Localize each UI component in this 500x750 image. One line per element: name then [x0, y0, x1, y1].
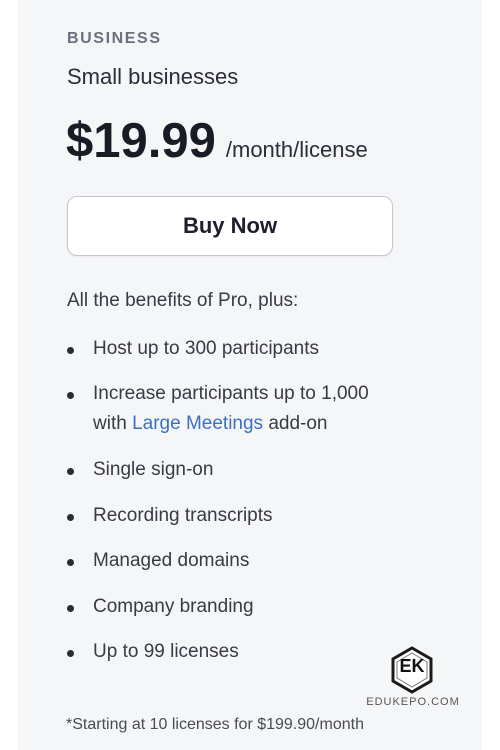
- price-row: $19.99/month/license: [66, 113, 368, 173]
- bullet-icon: [67, 514, 74, 521]
- feature-text: Increase participants up to 1,000 with L…: [93, 379, 369, 439]
- bullet-icon: [67, 468, 74, 475]
- pricing-footnote: *Starting at 10 licenses for $199.90/mon…: [66, 716, 364, 733]
- watermark: EK EDUKEPO.COM: [364, 646, 462, 710]
- feature-line-1: Increase participants up to 1,000: [93, 383, 369, 404]
- bullet-icon: [67, 605, 74, 612]
- feature-text: Up to 99 licenses: [93, 641, 239, 662]
- bullet-icon: [67, 650, 74, 657]
- plan-price: $19.99: [66, 114, 216, 168]
- buy-now-button[interactable]: Buy Now: [67, 196, 393, 256]
- price-unit: /month/license: [225, 137, 368, 162]
- feature-line-2-suffix: add-on: [263, 413, 328, 434]
- feature-text: Single sign-on: [93, 459, 214, 480]
- feature-line-2-prefix: with: [93, 413, 133, 434]
- bullet-icon: [67, 559, 74, 566]
- watermark-logo-letters: EK: [399, 656, 425, 676]
- watermark-site: EDUKEPO.COM: [366, 696, 460, 708]
- large-meetings-link[interactable]: Large Meetings: [132, 413, 263, 434]
- bullet-icon: [67, 392, 74, 399]
- plan-tier-label: BUSINESS: [67, 30, 162, 47]
- feature-text: Recording transcripts: [93, 505, 273, 526]
- feature-text: Host up to 300 participants: [93, 338, 320, 359]
- plan-subtitle: Small businesses: [67, 64, 239, 89]
- feature-text: Managed domains: [93, 550, 250, 571]
- feature-text: Company branding: [93, 596, 254, 617]
- benefits-intro: All the benefits of Pro, plus:: [67, 290, 299, 311]
- bullet-icon: [67, 347, 74, 354]
- page: BUSINESS Small businesses $19.99/month/l…: [0, 0, 500, 750]
